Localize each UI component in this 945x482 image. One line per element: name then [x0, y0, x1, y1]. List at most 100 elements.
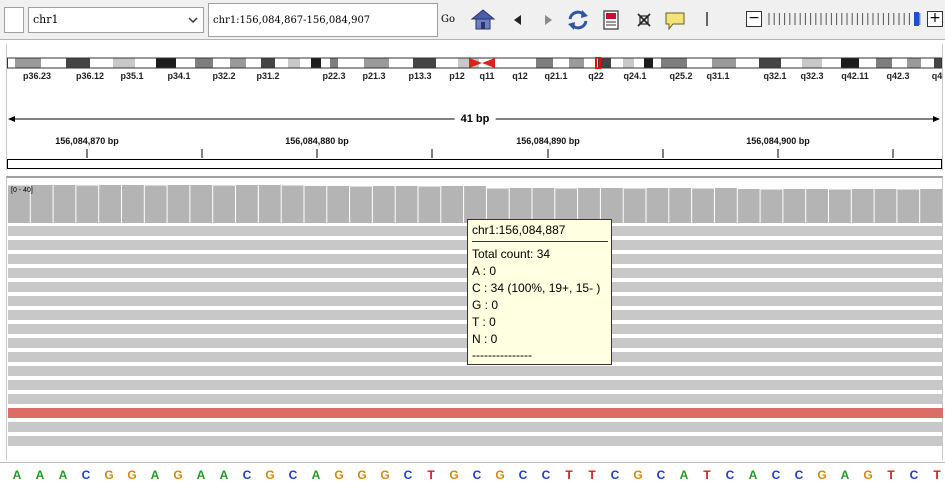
coverage-bar[interactable] — [829, 189, 851, 224]
coverage-bar[interactable] — [532, 188, 555, 223]
coverage-bar[interactable] — [281, 185, 304, 224]
sequence-base: G — [127, 468, 137, 482]
coverage-bar[interactable] — [669, 188, 692, 223]
sequence-base: A — [58, 468, 68, 482]
zoom-thumb[interactable] — [914, 12, 919, 26]
ideogram-band — [213, 58, 230, 68]
genome-dropdown[interactable] — [4, 7, 24, 33]
sequence-base: G — [817, 468, 827, 482]
read-row[interactable] — [8, 436, 943, 446]
ideogram-band-label: p22.3 — [322, 71, 346, 81]
read-row[interactable] — [8, 394, 943, 404]
coverage-bar[interactable] — [144, 185, 167, 224]
tooltip-dashes: --------------- — [472, 348, 532, 362]
coverage-bar[interactable] — [258, 185, 281, 223]
ideogram-band — [536, 58, 553, 68]
forward-arrow-icon[interactable] — [535, 7, 561, 33]
coverage-bar[interactable] — [372, 186, 395, 223]
coverage-bar[interactable] — [76, 185, 99, 224]
sequence-track[interactable]: AAACGGAGAACGCAGGGCTGCGCCTTCGCATCACCGAGTC… — [0, 462, 945, 482]
coverage-bar[interactable] — [509, 188, 532, 223]
read-row[interactable] — [8, 380, 943, 390]
coverage-bar[interactable] — [99, 185, 121, 223]
ideogram-band — [611, 58, 623, 68]
ideogram-band — [644, 58, 653, 68]
ideogram-band-label: p36.23 — [22, 71, 52, 81]
ruler-arrow-right — [933, 116, 940, 122]
resize-tracks-icon[interactable] — [631, 7, 657, 33]
sequence-base: G — [265, 468, 275, 482]
coverage-bar[interactable] — [304, 186, 327, 223]
ideogram-band — [499, 58, 518, 68]
coverage-bar[interactable] — [190, 185, 213, 223]
home-icon[interactable] — [470, 7, 496, 33]
coverage-bar[interactable] — [167, 185, 190, 223]
sequence-base: G — [357, 468, 367, 482]
coverage-bar[interactable] — [555, 188, 578, 224]
read-row[interactable] — [8, 422, 943, 432]
ideogram-band — [822, 58, 841, 68]
coverage-bar[interactable] — [874, 189, 897, 223]
ideogram-band-label: q22 — [588, 71, 604, 81]
ideogram-band — [135, 58, 156, 68]
coverage-bar[interactable] — [783, 189, 806, 223]
read-row-highlighted[interactable] — [8, 408, 943, 418]
coverage-bar[interactable] — [418, 186, 441, 224]
ideogram-band — [661, 58, 687, 68]
coverage-bar[interactable] — [30, 185, 53, 223]
coverage-bar[interactable] — [486, 188, 509, 224]
popup-info-icon[interactable] — [662, 7, 688, 33]
ideogram-band — [436, 58, 458, 68]
zoom-in-button[interactable]: + — [927, 11, 943, 27]
coverage-bar[interactable] — [920, 189, 942, 223]
coverage-bar[interactable] — [760, 189, 783, 224]
coverage-bar[interactable] — [623, 188, 646, 224]
ideogram-band — [623, 58, 634, 68]
go-button[interactable]: Go — [439, 7, 457, 33]
zoom-slider[interactable] — [767, 12, 923, 26]
coverage-bar[interactable] — [737, 189, 760, 223]
coverage-bar[interactable] — [806, 189, 828, 223]
tooltip-count-c: C : 34 (100%, 19+, 15- ) — [472, 281, 601, 295]
coverage-bar[interactable] — [851, 189, 874, 223]
ideogram-band — [338, 58, 364, 68]
coverage-bar[interactable] — [53, 185, 76, 223]
ideogram-band — [687, 58, 712, 68]
locus-input[interactable] — [208, 3, 438, 37]
coverage-bar[interactable] — [464, 186, 486, 223]
sequence-base: C — [541, 468, 551, 482]
ideogram-band-label: p35.1 — [120, 71, 144, 81]
toolbar: chr1 Go − + — [0, 0, 945, 40]
coverage-bar[interactable] — [646, 188, 669, 223]
sequence-base: G — [334, 468, 344, 482]
coverage-bar[interactable] — [350, 186, 372, 224]
ideogram-band-label: q32.1 — [763, 71, 787, 81]
sequence-base: G — [173, 468, 183, 482]
ideogram-band — [736, 58, 759, 68]
coverage-bar[interactable] — [692, 188, 714, 224]
region-navigator-icon[interactable] — [598, 7, 624, 33]
ideogram-band — [389, 58, 413, 68]
read-row[interactable] — [8, 366, 943, 376]
ruler-baseline — [7, 159, 942, 169]
zoom-out-button[interactable]: − — [746, 11, 762, 27]
coverage-bar[interactable] — [897, 189, 920, 224]
coverage-bar[interactable] — [327, 186, 350, 223]
coverage-bar[interactable] — [395, 186, 418, 223]
coverage-bar[interactable] — [600, 188, 623, 223]
coverage-bar[interactable] — [213, 185, 235, 224]
ideogram-band — [330, 58, 338, 68]
ideogram-band-label: q42.3 — [886, 71, 910, 81]
ruler-track[interactable] — [0, 95, 945, 170]
coverage-bar[interactable] — [715, 188, 737, 223]
back-arrow-icon[interactable] — [505, 7, 531, 33]
coverage-bar[interactable] — [122, 185, 144, 223]
chromosome-ideogram[interactable] — [7, 57, 942, 69]
chromosome-dropdown[interactable]: chr1 — [28, 7, 204, 33]
coverage-bar[interactable] — [236, 185, 258, 223]
coverage-track[interactable] — [8, 182, 943, 224]
refresh-icon[interactable] — [565, 7, 591, 33]
coverage-bar[interactable] — [441, 186, 464, 223]
coverage-bar[interactable] — [578, 188, 600, 223]
ideogram-band-label: q25.2 — [669, 71, 693, 81]
